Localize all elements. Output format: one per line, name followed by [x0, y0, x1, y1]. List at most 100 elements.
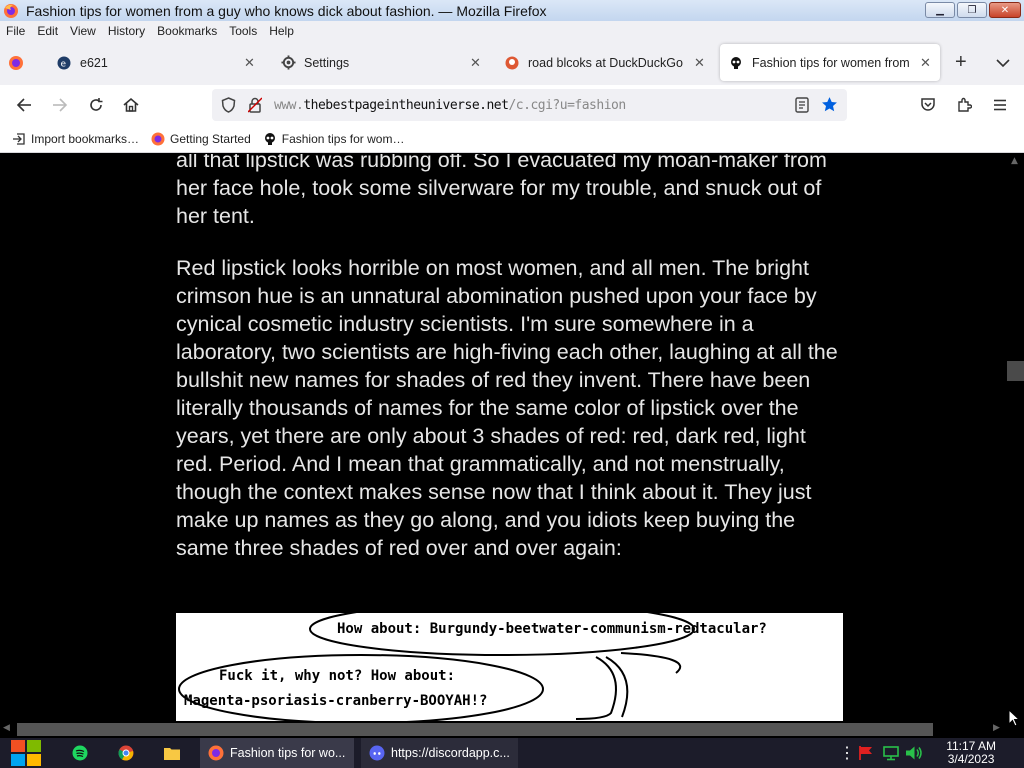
scroll-left-arrow-icon[interactable]: ◀ [3, 723, 10, 733]
horizontal-scrollbar[interactable]: ◀ ▶ [0, 721, 1024, 738]
close-tab-icon[interactable]: ✕ [470, 55, 481, 71]
clock-date: 3/4/2023 [947, 752, 995, 766]
skull-icon [263, 132, 277, 146]
tab-label: Settings [304, 55, 350, 70]
spotify-icon [72, 745, 88, 761]
puzzle-icon [958, 97, 972, 112]
more-tray-icon[interactable]: ⋮ [839, 738, 855, 768]
back-button[interactable] [13, 94, 35, 116]
extensions-button[interactable] [953, 94, 975, 116]
discord-icon [369, 745, 385, 761]
close-tab-icon[interactable]: ✕ [244, 55, 255, 71]
close-window-button[interactable]: ✕ [989, 2, 1021, 18]
action-center-tray[interactable] [858, 738, 876, 768]
menu-file[interactable]: File [6, 24, 25, 38]
menu-tools[interactable]: Tools [229, 24, 257, 38]
comic-image: How about: Burgundy-beetwater-communism-… [176, 613, 843, 721]
scroll-right-arrow-icon[interactable]: ▶ [993, 723, 1000, 733]
chevron-down-icon [996, 58, 1010, 67]
restore-button[interactable]: ❐ [957, 2, 987, 18]
windows-logo-icon [11, 740, 41, 766]
menu-view[interactable]: View [70, 24, 96, 38]
tab-bar: e e621 ✕ Settings ✕ road blcoks at DuckD… [0, 40, 1024, 85]
close-tab-icon[interactable]: ✕ [694, 55, 705, 71]
tab-e621[interactable]: e e621 ✕ [48, 44, 266, 81]
navigation-toolbar: www.thebestpageintheuniverse.net/c.cgi?u… [0, 85, 1024, 125]
e621-icon: e [56, 55, 72, 71]
pocket-button[interactable] [917, 94, 939, 116]
folder-icon [164, 748, 180, 760]
menu-help[interactable]: Help [269, 24, 294, 38]
menu-bookmarks[interactable]: Bookmarks [157, 24, 217, 38]
bubble-text: Magenta-psoriasis-cranberry-BOOYAH!? [184, 693, 488, 709]
file-explorer-pinned[interactable] [164, 738, 182, 768]
firefox-icon [4, 3, 18, 18]
chrome-icon [118, 745, 134, 761]
firefox-icon [208, 745, 224, 761]
tab-fashion-tips[interactable]: Fashion tips for women from a ✕ [720, 44, 940, 81]
speaker-icon [906, 746, 922, 760]
vertical-scroll-thumb[interactable] [1007, 361, 1024, 381]
home-button[interactable] [120, 94, 142, 116]
article-paragraph: Red lipstick looks horrible on most wome… [176, 256, 838, 560]
bookmark-fashion-tips[interactable]: Fashion tips for wom… [263, 132, 404, 146]
bubble-text: Fuck it, why not? How about: [219, 668, 456, 684]
hamburger-menu-icon [994, 99, 1006, 111]
network-tray[interactable] [882, 738, 900, 768]
new-tab-button[interactable]: + [955, 44, 973, 81]
pocket-icon [921, 98, 935, 111]
horizontal-scroll-thumb[interactable] [17, 723, 933, 736]
insecure-lock-icon[interactable] [247, 97, 263, 117]
forward-arrow-icon [53, 98, 68, 112]
tab-duckduckgo[interactable]: road blcoks at DuckDuckGo ✕ [496, 44, 714, 81]
taskbar: Fashion tips for wo... https://discordap… [0, 738, 1024, 768]
taskbar-task-label: https://discordapp.c... [391, 746, 510, 760]
vertical-scrollbar[interactable]: ▲ [1007, 154, 1024, 721]
spotify-pinned[interactable] [72, 738, 90, 768]
bookmark-star-icon[interactable] [821, 96, 838, 117]
start-button[interactable] [10, 738, 44, 768]
page-content[interactable]: all that lipstick was rubbing off. So I … [0, 154, 1007, 721]
menu-edit[interactable]: Edit [37, 24, 58, 38]
network-icon [883, 746, 899, 761]
back-arrow-icon [16, 98, 31, 112]
tab-settings[interactable]: Settings ✕ [272, 44, 490, 81]
bookmarks-toolbar: Import bookmarks… Getting Started Fashio… [0, 125, 1024, 153]
firefox-icon [9, 55, 23, 70]
bookmark-label: Import bookmarks… [31, 131, 140, 146]
list-all-tabs-button[interactable] [996, 44, 1012, 81]
taskbar-task-label: Fashion tips for wo... [230, 746, 346, 760]
app-menu-button[interactable] [989, 94, 1011, 116]
skull-icon [728, 55, 744, 71]
menu-bar: File Edit View History Bookmarks Tools H… [0, 21, 1024, 40]
scroll-up-arrow-icon[interactable]: ▲ [1011, 156, 1018, 166]
volume-tray[interactable] [905, 738, 923, 768]
url-domain: thebestpageintheuniverse.net [303, 97, 509, 113]
duckduckgo-icon [504, 55, 520, 71]
firefox-view-button[interactable] [8, 44, 32, 81]
bookmark-getting-started[interactable]: Getting Started [151, 132, 251, 146]
taskbar-clock[interactable]: 11:17 AM 3/4/2023 [946, 740, 996, 766]
reload-button[interactable] [85, 94, 107, 116]
menu-history[interactable]: History [108, 24, 145, 38]
close-tab-icon[interactable]: ✕ [920, 55, 931, 71]
minimize-button[interactable]: ▁ [925, 2, 955, 18]
shield-icon[interactable] [221, 97, 236, 117]
chrome-pinned[interactable] [118, 738, 136, 768]
url-path: /c.cgi?u=fashion [508, 97, 626, 113]
reader-view-icon[interactable] [795, 97, 809, 117]
gear-icon [280, 55, 296, 71]
url-bar[interactable]: www.thebestpageintheuniverse.net/c.cgi?u… [212, 89, 847, 121]
url-prefix: www. [274, 97, 304, 113]
taskbar-discord-window[interactable]: https://discordapp.c... [361, 738, 518, 768]
forward-button[interactable] [49, 94, 71, 116]
taskbar-firefox-window[interactable]: Fashion tips for wo... [200, 738, 354, 768]
bookmark-import[interactable]: Import bookmarks… [12, 132, 139, 146]
home-icon [123, 97, 139, 112]
window-title: Fashion tips for women from a guy who kn… [26, 2, 547, 19]
window-titlebar: Fashion tips for women from a guy who kn… [0, 0, 1024, 21]
bookmark-label: Getting Started [170, 131, 251, 146]
url-text[interactable]: www.thebestpageintheuniverse.net/c.cgi?u… [274, 98, 626, 113]
red-flag-icon [859, 746, 872, 760]
svg-text:e: e [61, 59, 67, 69]
